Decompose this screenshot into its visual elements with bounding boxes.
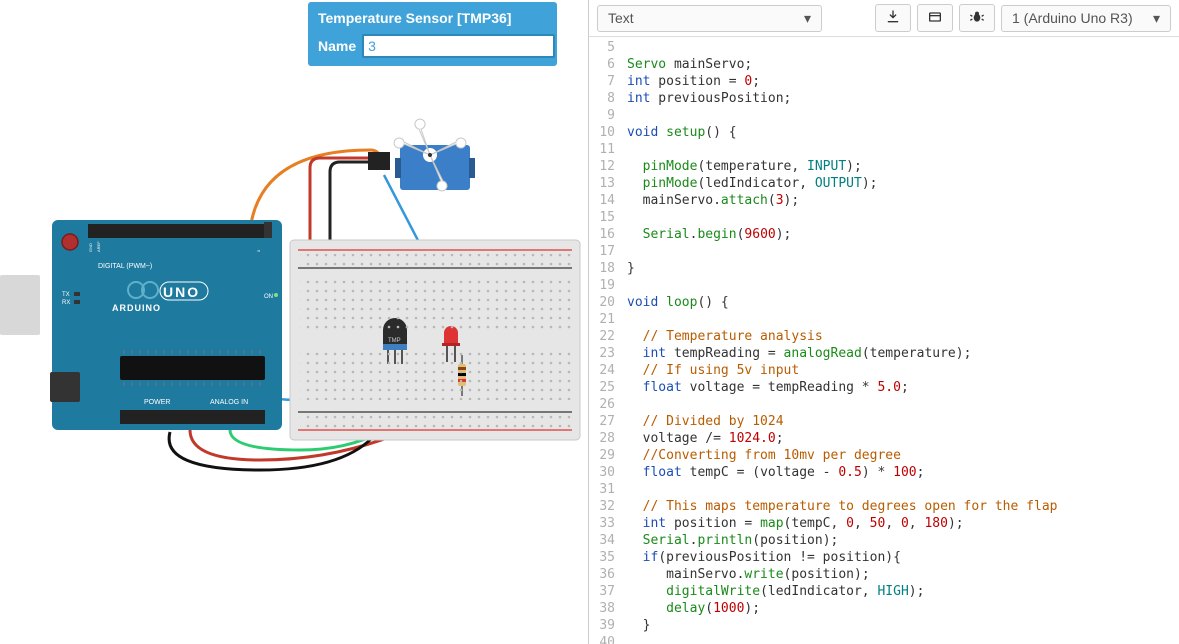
- svg-text:TX: TX: [62, 292, 70, 298]
- library-button[interactable]: [917, 4, 953, 32]
- svg-text:DIGITAL (PWM~): DIGITAL (PWM~): [98, 263, 152, 270]
- svg-text:RX: RX: [62, 300, 70, 306]
- code-toolbar: Text ▾ 1 (Arduino Uno R3): [589, 0, 1179, 37]
- property-card-title: Temperature Sensor [TMP36]: [318, 10, 547, 26]
- component-property-card: Temperature Sensor [TMP36] Name: [308, 2, 557, 66]
- svg-text:GND: GND: [88, 243, 93, 252]
- code-content[interactable]: Servo mainServo;int position = 0;int pre…: [621, 37, 1179, 644]
- chevron-down-icon: ▾: [1153, 10, 1160, 27]
- svg-text:POWER: POWER: [144, 399, 170, 406]
- property-name-input[interactable]: [362, 34, 555, 58]
- svg-text:ANALOG IN: ANALOG IN: [210, 399, 248, 406]
- board-select-dropdown[interactable]: 1 (Arduino Uno R3) ▾: [1001, 5, 1171, 32]
- svg-text:TMP: TMP: [388, 338, 401, 344]
- arduino-label: ARDUINO: [112, 303, 161, 313]
- code-view-dropdown[interactable]: Text ▾: [597, 5, 822, 32]
- arduino-board[interactable]: UNO ARDUINO DIGITAL (PWM~) POWER ANALOG …: [0, 220, 282, 430]
- board-select-label: 1 (Arduino Uno R3): [1012, 10, 1133, 26]
- svg-text:AREF: AREF: [96, 241, 101, 252]
- circuit-canvas-panel: Temperature Sensor [TMP36] Name: [0, 0, 589, 644]
- breadboard[interactable]: [290, 240, 580, 440]
- code-view-label: Text: [608, 10, 634, 26]
- chevron-down-icon: ▾: [804, 10, 811, 27]
- download-icon: [885, 9, 901, 28]
- library-icon: [927, 9, 943, 28]
- bug-icon: [969, 9, 985, 28]
- svg-text:ON: ON: [264, 294, 273, 300]
- download-button[interactable]: [875, 4, 911, 32]
- code-editor[interactable]: 5678910111213141516171819202122232425262…: [589, 37, 1179, 644]
- code-panel: Text ▾ 1 (Arduino Uno R3): [589, 0, 1179, 644]
- debug-button[interactable]: [959, 4, 995, 32]
- uno-label: UNO: [163, 284, 200, 300]
- circuit-canvas[interactable]: UNO ARDUINO DIGITAL (PWM~) POWER ANALOG …: [0, 100, 589, 640]
- line-gutter: 5678910111213141516171819202122232425262…: [589, 37, 621, 644]
- servo-motor[interactable]: [368, 119, 475, 191]
- property-name-label: Name: [318, 38, 356, 54]
